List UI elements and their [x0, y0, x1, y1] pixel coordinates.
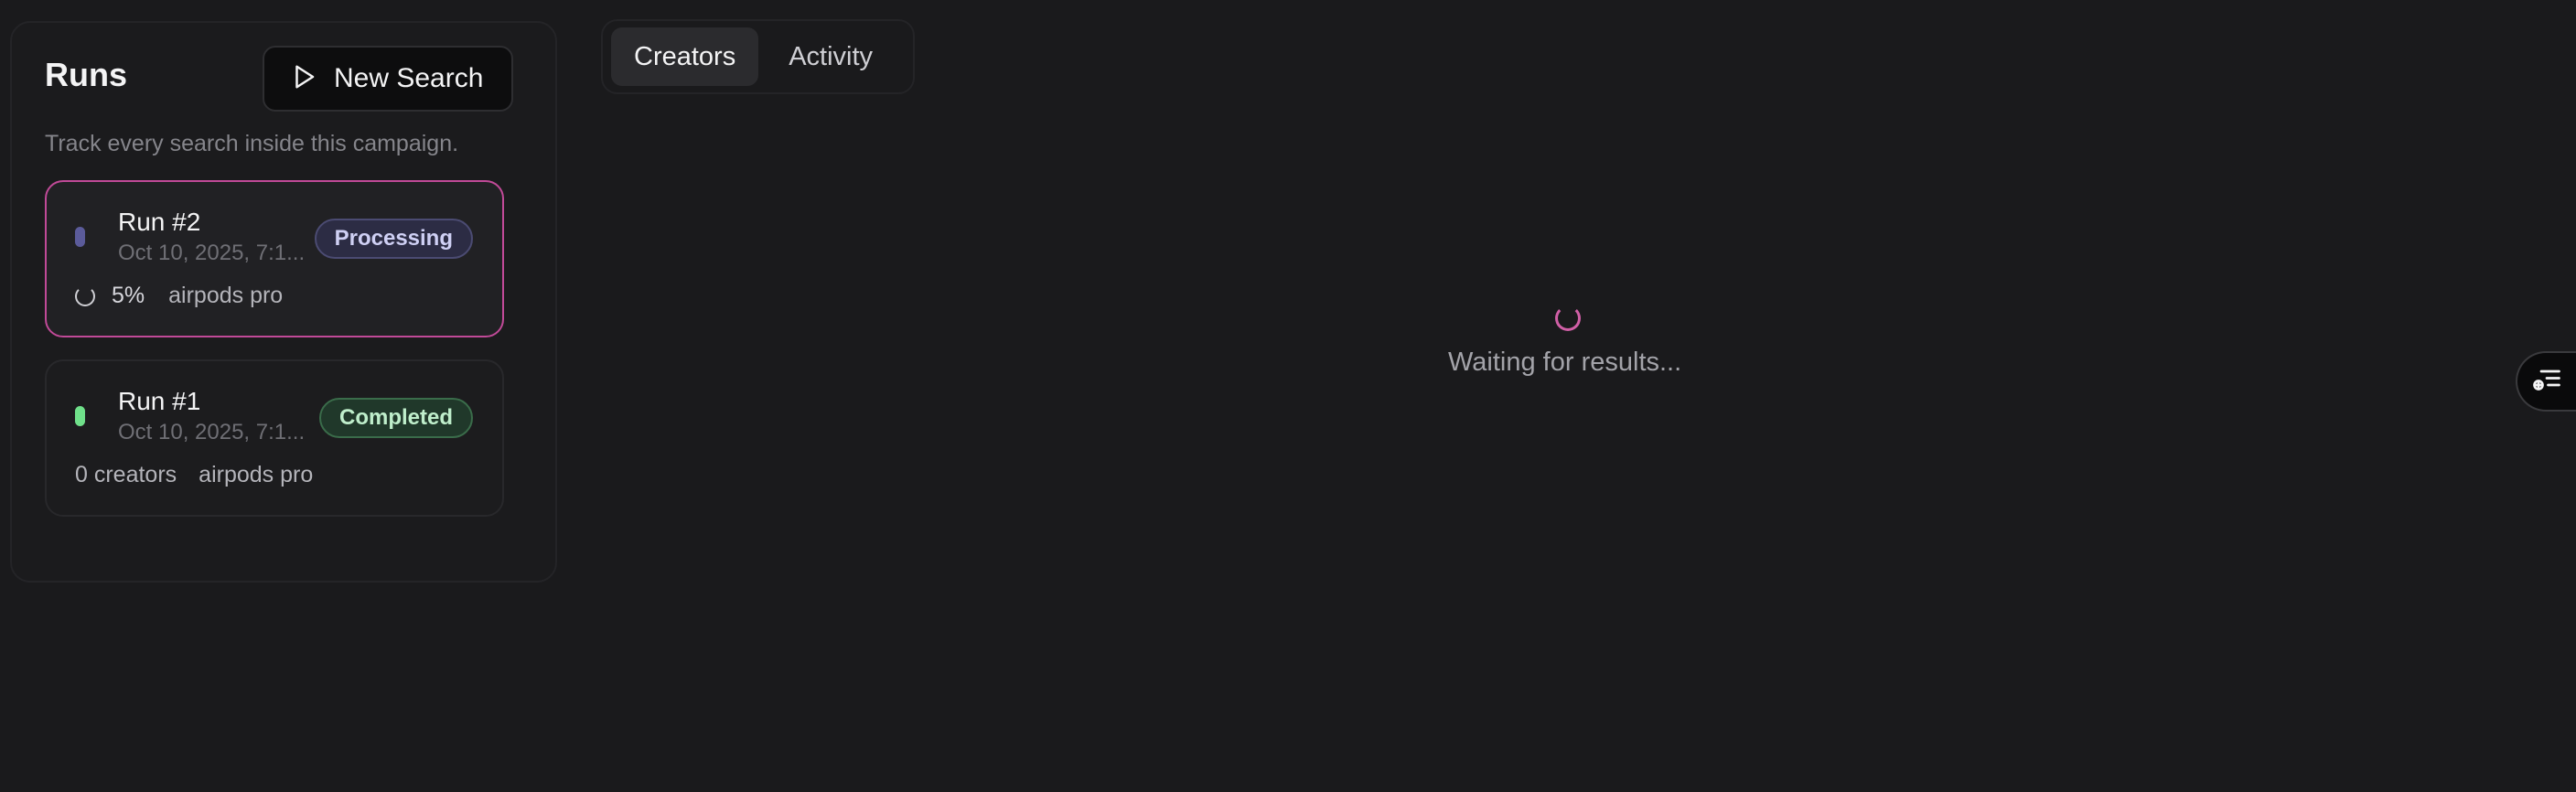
loading-spinner-icon	[75, 285, 95, 306]
run-name: Run #1	[118, 387, 201, 415]
runs-subtitle: Track every search inside this campaign.	[45, 131, 459, 156]
waiting-message: Waiting for results...	[1448, 348, 1682, 377]
new-search-label: New Search	[334, 63, 484, 93]
run-progress: 5%	[112, 283, 145, 308]
run-status-dot	[75, 406, 85, 426]
new-search-button[interactable]: New Search	[263, 46, 513, 112]
list-settings-icon	[2530, 363, 2563, 401]
status-badge: Completed	[318, 398, 473, 438]
tab-creators[interactable]: Creators	[611, 27, 759, 86]
run-query: airpods pro	[168, 283, 284, 308]
run-meta: 0 creators airpods pro	[75, 462, 313, 488]
tab-activity[interactable]: Activity	[766, 27, 896, 86]
loading-spinner-icon	[1555, 305, 1581, 331]
tab-bar: Creators Activity	[601, 19, 915, 94]
runs-title: Runs	[45, 56, 127, 93]
run-card-1[interactable]: Run #1 Oct 10, 2025, 7:1... Completed 0 …	[45, 359, 504, 517]
run-status-dot	[75, 227, 85, 247]
run-name: Run #2	[118, 208, 201, 236]
run-date: Oct 10, 2025, 7:1...	[118, 420, 306, 444]
run-creators-count: 0 creators	[75, 462, 177, 487]
run-card-2[interactable]: Run #2 Oct 10, 2025, 7:1... Processing 5…	[45, 180, 504, 337]
run-meta: 5% airpods pro	[75, 283, 283, 309]
floating-menu-button[interactable]	[2516, 351, 2576, 412]
run-query: airpods pro	[199, 462, 314, 487]
play-icon	[290, 63, 317, 95]
run-date: Oct 10, 2025, 7:1...	[118, 241, 306, 265]
status-badge: Processing	[314, 219, 473, 259]
